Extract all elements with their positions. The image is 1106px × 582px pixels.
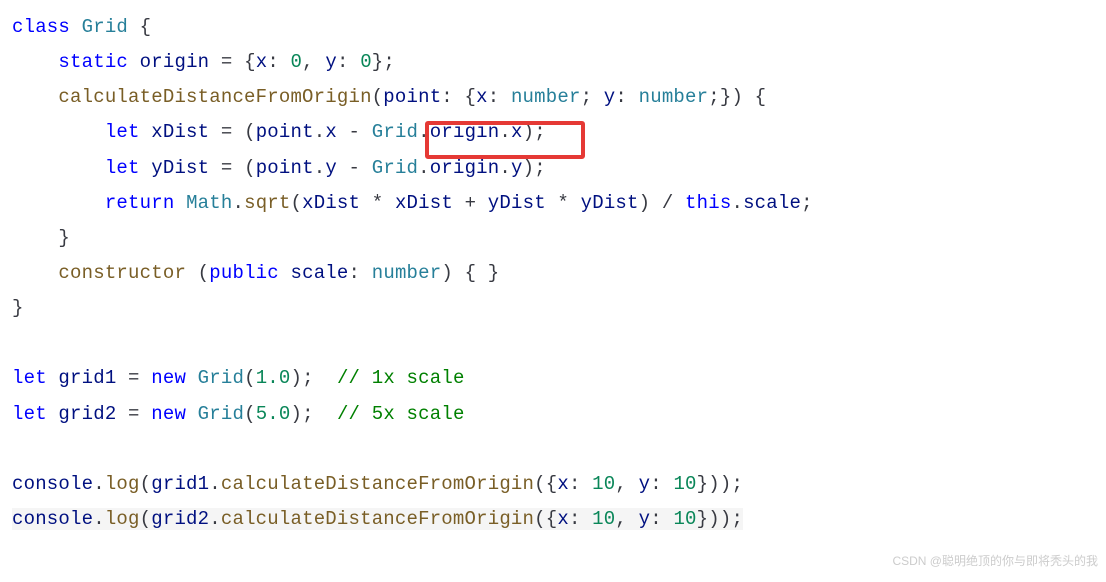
comment: // 1x scale bbox=[337, 367, 465, 389]
type-number: number bbox=[511, 86, 581, 108]
variable-ydist: yDist bbox=[151, 157, 209, 179]
property-y: y bbox=[639, 508, 651, 530]
number-literal: 0 bbox=[360, 51, 372, 73]
variable-point: point bbox=[256, 121, 314, 143]
number-literal: 0 bbox=[291, 51, 303, 73]
property-x: x bbox=[511, 121, 523, 143]
keyword-this: this bbox=[685, 192, 731, 214]
object-console: console bbox=[12, 508, 93, 530]
property-y: y bbox=[604, 86, 616, 108]
variable-grid2: grid2 bbox=[151, 508, 209, 530]
type-number: number bbox=[372, 262, 442, 284]
property-scale: scale bbox=[743, 192, 801, 214]
param-point: point bbox=[383, 86, 441, 108]
function-calc: calculateDistanceFromOrigin bbox=[58, 86, 371, 108]
property-x: x bbox=[557, 473, 569, 495]
code-line: let yDist = (point.y - Grid.origin.y); bbox=[12, 157, 546, 179]
code-line: let xDist = (point.x - Grid.origin.x); bbox=[12, 121, 546, 143]
keyword-static: static bbox=[58, 51, 128, 73]
code-line: } bbox=[12, 227, 70, 249]
function-log: log bbox=[105, 508, 140, 530]
code-line: class Grid { bbox=[12, 16, 151, 38]
property-y: y bbox=[325, 157, 337, 179]
type-grid: Grid bbox=[372, 157, 418, 179]
number-literal: 1.0 bbox=[256, 367, 291, 389]
variable-xdist: xDist bbox=[151, 121, 209, 143]
code-line: constructor (public scale: number) { } bbox=[12, 262, 499, 284]
code-line: console.log(grid1.calculateDistanceFromO… bbox=[12, 473, 743, 495]
code-line: let grid1 = new Grid(1.0); // 1x scale bbox=[12, 367, 465, 389]
property-y: y bbox=[325, 51, 337, 73]
code-line bbox=[12, 332, 24, 354]
type-grid: Grid bbox=[82, 16, 128, 38]
variable-xdist: xDist bbox=[395, 192, 453, 214]
function-log: log bbox=[105, 473, 140, 495]
keyword-let: let bbox=[12, 367, 47, 389]
function-constructor: constructor bbox=[58, 262, 186, 284]
number-literal: 5.0 bbox=[256, 403, 291, 425]
type-grid: Grid bbox=[198, 403, 244, 425]
property-origin: origin bbox=[430, 121, 500, 143]
keyword-let: let bbox=[105, 121, 140, 143]
code-line: } bbox=[12, 297, 24, 319]
code-line: calculateDistanceFromOrigin(point: {x: n… bbox=[12, 86, 766, 108]
keyword-return: return bbox=[105, 192, 175, 214]
code-line: static origin = {x: 0, y: 0}; bbox=[12, 51, 395, 73]
property-x: x bbox=[476, 86, 488, 108]
keyword-new: new bbox=[151, 403, 186, 425]
variable-ydist: yDist bbox=[488, 192, 546, 214]
variable-point: point bbox=[256, 157, 314, 179]
number-literal: 10 bbox=[673, 508, 696, 530]
keyword-new: new bbox=[151, 367, 186, 389]
code-block: class Grid { static origin = {x: 0, y: 0… bbox=[12, 10, 1094, 572]
code-line: let grid2 = new Grid(5.0); // 5x scale bbox=[12, 403, 465, 425]
keyword-let: let bbox=[12, 403, 47, 425]
variable-grid1: grid1 bbox=[58, 367, 116, 389]
object-console: console bbox=[12, 473, 93, 495]
number-literal: 10 bbox=[592, 508, 615, 530]
function-calc: calculateDistanceFromOrigin bbox=[221, 473, 534, 495]
type-grid: Grid bbox=[372, 121, 418, 143]
variable-xdist: xDist bbox=[302, 192, 360, 214]
property-y: y bbox=[511, 157, 523, 179]
variable-ydist: yDist bbox=[581, 192, 639, 214]
type-number: number bbox=[639, 86, 709, 108]
property-x: x bbox=[325, 121, 337, 143]
code-line: return Math.sqrt(xDist * xDist + yDist *… bbox=[12, 192, 813, 214]
keyword-class: class bbox=[12, 16, 70, 38]
variable-grid1: grid1 bbox=[151, 473, 209, 495]
code-line bbox=[12, 438, 24, 460]
function-sqrt: sqrt bbox=[244, 192, 290, 214]
watermark-text: CSDN @聪明绝顶的你与即将秃头的我 bbox=[892, 550, 1098, 572]
number-literal: 10 bbox=[673, 473, 696, 495]
number-literal: 10 bbox=[592, 473, 615, 495]
property-y: y bbox=[639, 473, 651, 495]
param-scale: scale bbox=[291, 262, 349, 284]
keyword-let: let bbox=[105, 157, 140, 179]
property-origin: origin bbox=[140, 51, 210, 73]
keyword-public: public bbox=[209, 262, 279, 284]
variable-grid2: grid2 bbox=[58, 403, 116, 425]
property-x: x bbox=[256, 51, 268, 73]
type-grid: Grid bbox=[198, 367, 244, 389]
type-math: Math bbox=[186, 192, 232, 214]
comment: // 5x scale bbox=[337, 403, 465, 425]
property-origin: origin bbox=[430, 157, 500, 179]
code-line: console.log(grid2.calculateDistanceFromO… bbox=[12, 508, 743, 530]
function-calc: calculateDistanceFromOrigin bbox=[221, 508, 534, 530]
property-x: x bbox=[557, 508, 569, 530]
